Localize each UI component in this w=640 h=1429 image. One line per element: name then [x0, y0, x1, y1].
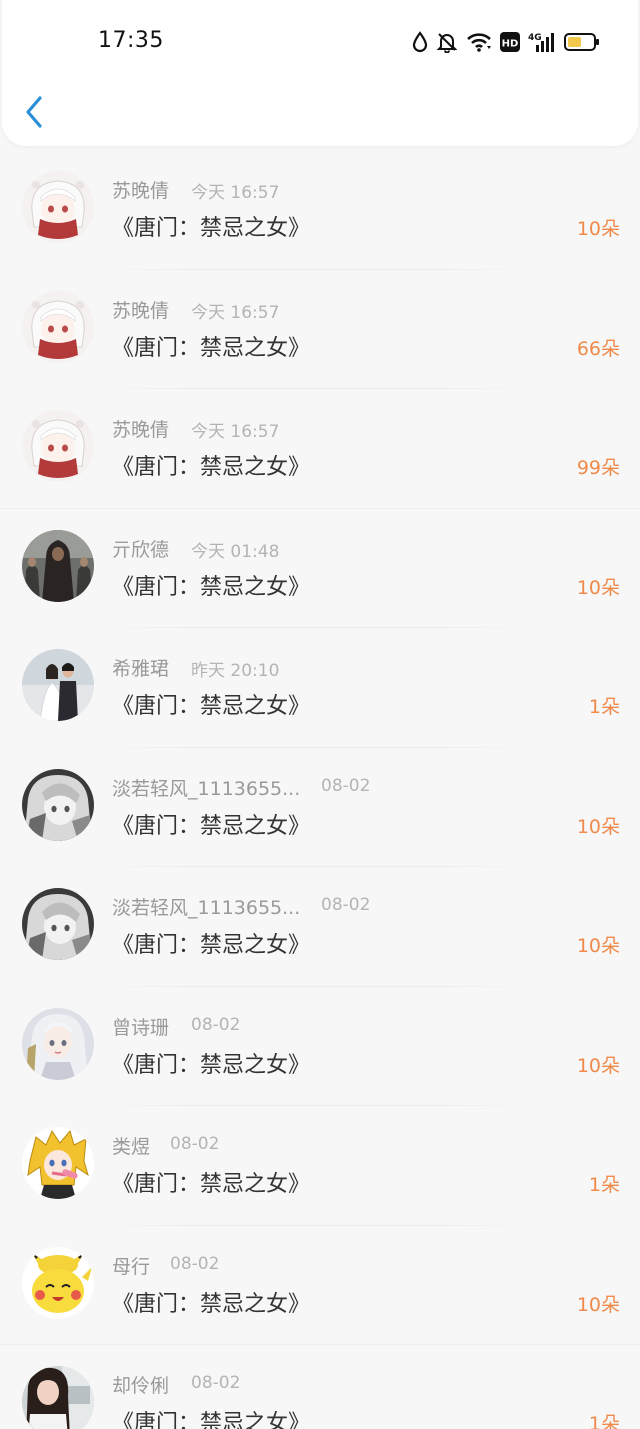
user-name: 母行: [112, 1255, 151, 1278]
gift-time: 08-02: [191, 1373, 241, 1393]
avatar[interactable]: [22, 529, 94, 602]
hd-icon: HD: [500, 32, 520, 52]
screen: 17:35 HD 4G 苏晚倩 今天 16:57 《唐门：禁忌之女》 10朵苏晚…: [0, 0, 640, 1429]
gift-row[interactable]: 苏晚倩 今天 16:57 《唐门：禁忌之女》 66朵: [0, 270, 640, 389]
net-label: 4G: [528, 33, 542, 43]
gift-time: 今天 01:48: [191, 541, 280, 562]
user-name: 却伶俐: [112, 1375, 170, 1397]
user-name: 苏晚倩: [112, 419, 170, 441]
user-name: 希雅珺: [112, 658, 170, 680]
avatar[interactable]: [22, 1246, 94, 1319]
avatar[interactable]: [22, 171, 94, 243]
flower-amount: 66朵: [576, 337, 620, 360]
gift-row[interactable]: 希雅珺 昨天 20:10 《唐门：禁忌之女》 1朵: [0, 628, 640, 748]
gift-time: 今天 16:57: [191, 422, 280, 442]
gift-row[interactable]: 淡若轻风_1113655... 08-02 《唐门：禁忌之女》 10朵: [0, 748, 640, 867]
flower-amount: 10朵: [576, 935, 620, 957]
flower-amount: 10朵: [576, 576, 620, 599]
user-name: 苏晚倩: [112, 299, 170, 322]
gift-time: 08-02: [191, 1014, 241, 1035]
gift-time: 昨天 20:10: [191, 661, 280, 681]
bell-off-icon: [436, 31, 458, 53]
gift-row[interactable]: 苏晚倩 今天 16:57 《唐门：禁忌之女》 99朵: [0, 389, 640, 509]
book-title: 《唐门：禁忌之女》: [112, 1291, 311, 1317]
battery-icon: [564, 32, 600, 52]
book-title: 《唐门：禁忌之女》: [112, 455, 311, 480]
flower-amount: 10朵: [576, 1293, 620, 1316]
book-title: 《唐门：禁忌之女》: [112, 694, 311, 719]
gift-row[interactable]: 类煜 08-02 《唐门：禁忌之女》 1朵: [0, 1106, 640, 1226]
book-title: 《唐门：禁忌之女》: [112, 1172, 311, 1197]
flower-amount: 99朵: [576, 457, 620, 479]
gift-row[interactable]: 曾诗珊 08-02 《唐门：禁忌之女》 10朵: [0, 987, 640, 1106]
user-name: 类煜: [112, 1136, 151, 1158]
book-title: 《唐门：禁忌之女》: [112, 1411, 311, 1429]
book-title: 《唐门：禁忌之女》: [112, 216, 311, 241]
flower-amount: 1朵: [588, 1174, 620, 1196]
avatar[interactable]: [22, 410, 94, 482]
book-title: 《唐门：禁忌之女》: [112, 813, 311, 839]
gift-row[interactable]: 淡若轻风_1113655... 08-02 《唐门：禁忌之女》 10朵: [0, 867, 640, 987]
drop-icon: [412, 31, 428, 53]
signal-4g-icon: 4G: [528, 31, 556, 53]
status-icons: HD 4G: [412, 28, 600, 56]
avatar[interactable]: [22, 1366, 94, 1429]
flower-amount: 10朵: [576, 218, 620, 240]
status-time: 17:35: [98, 28, 164, 53]
gift-row[interactable]: 苏晚倩 今天 16:57 《唐门：禁忌之女》 10朵: [0, 150, 640, 270]
book-title: 《唐门：禁忌之女》: [112, 335, 311, 361]
avatar[interactable]: [22, 768, 94, 841]
hd-label: HD: [502, 39, 519, 50]
back-button[interactable]: [18, 92, 54, 132]
gift-time: 08-02: [321, 775, 371, 796]
gift-time: 08-02: [170, 1134, 220, 1154]
user-name: 亓欣德: [112, 538, 170, 561]
gift-row[interactable]: 却伶俐 08-02 《唐门：禁忌之女》 1朵: [0, 1345, 640, 1429]
wifi-icon: [466, 31, 492, 53]
avatar[interactable]: [22, 888, 94, 960]
flower-amount: 10朵: [576, 815, 620, 838]
status-bar: 17:35 HD 4G: [0, 0, 640, 84]
gift-list: 苏晚倩 今天 16:57 《唐门：禁忌之女》 10朵 苏晚倩 今天 16:57 《唐门：禁忌…: [0, 150, 640, 1429]
gift-time: 今天 16:57: [191, 302, 280, 323]
user-name: 淡若轻风_1113655...: [112, 897, 301, 919]
gift-time: 08-02: [170, 1253, 220, 1274]
gift-time: 08-02: [321, 895, 371, 915]
avatar[interactable]: [22, 1007, 94, 1080]
avatar[interactable]: [22, 649, 94, 721]
book-title: 《唐门：禁忌之女》: [112, 1052, 311, 1078]
avatar[interactable]: [22, 290, 94, 363]
book-title: 《唐门：禁忌之女》: [112, 574, 311, 600]
flower-amount: 1朵: [588, 696, 620, 718]
book-title: 《唐门：禁忌之女》: [112, 933, 311, 958]
flower-amount: 10朵: [576, 1054, 620, 1077]
gift-row[interactable]: 母行 08-02 《唐门：禁忌之女》 10朵: [0, 1226, 640, 1345]
user-name: 曾诗珊: [112, 1016, 170, 1039]
gift-row[interactable]: 亓欣德 今天 01:48 《唐门：禁忌之女》 10朵: [0, 509, 640, 628]
chevron-left-icon: [26, 96, 42, 128]
avatar[interactable]: [22, 1127, 94, 1199]
user-name: 苏晚倩: [112, 180, 170, 202]
gift-time: 今天 16:57: [191, 183, 280, 203]
flower-amount: 1朵: [588, 1413, 620, 1429]
user-name: 淡若轻风_1113655...: [112, 777, 301, 800]
